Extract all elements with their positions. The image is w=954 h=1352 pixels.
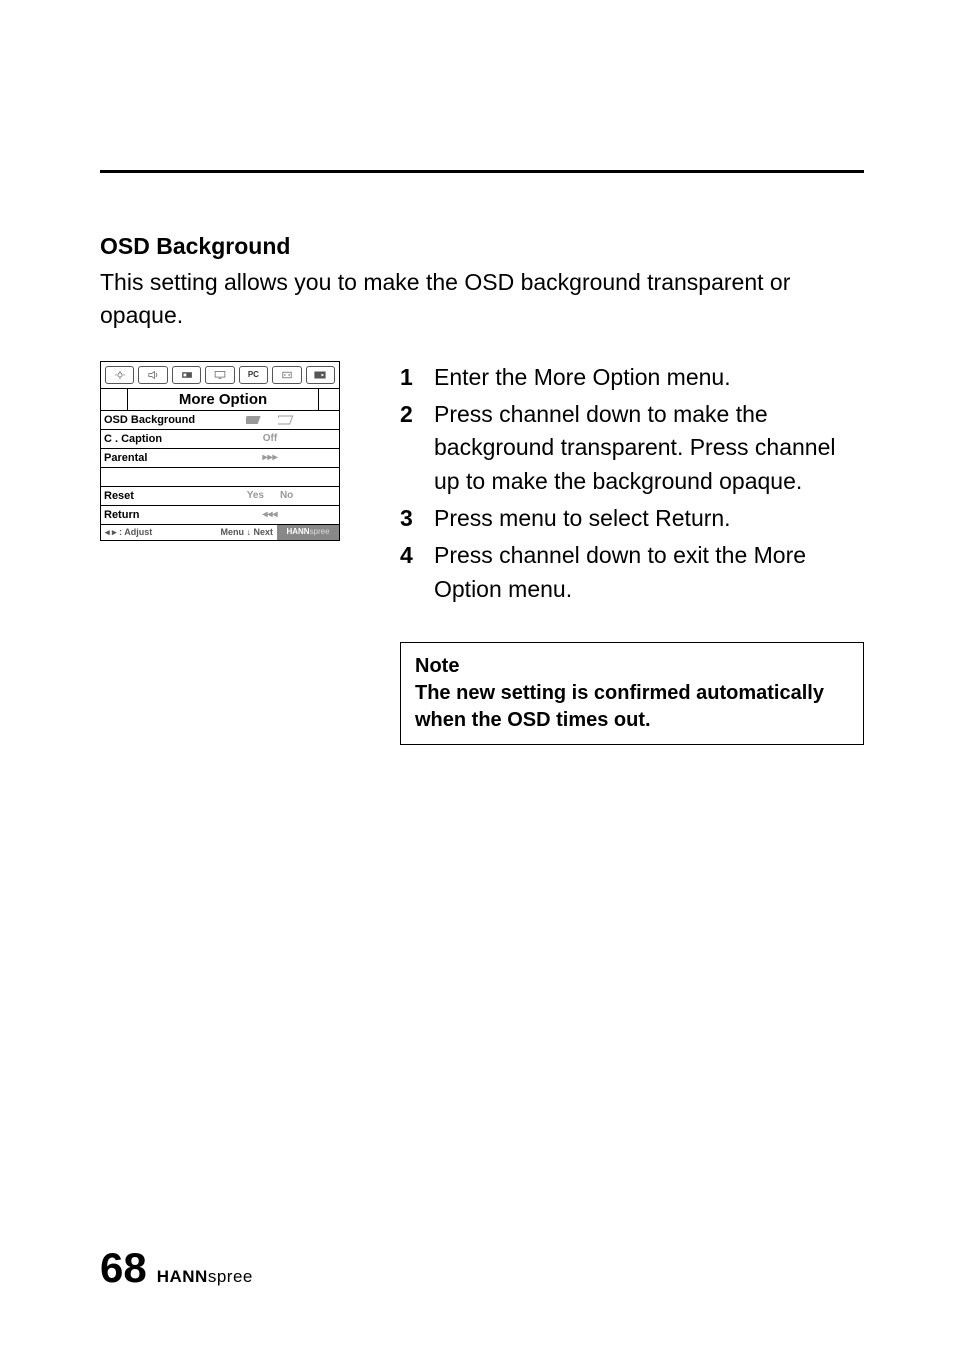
osd-menu: OSD Background C . Caption Off Parental …	[101, 411, 339, 524]
osd-value-return: ◂◂◂	[204, 509, 336, 520]
osd-footer-next: Menu ↓ Next	[216, 525, 277, 540]
steps-list: Enter the More Option menu. Press channe…	[400, 361, 864, 606]
osd-blank	[104, 471, 204, 483]
note-title: Note	[415, 653, 849, 680]
step-1: Enter the More Option menu.	[400, 361, 864, 394]
osd-titlebar: More Option	[101, 388, 339, 411]
osd-row-blank	[101, 468, 339, 487]
section-intro: This setting allows you to make the OSD …	[100, 266, 864, 333]
top-rule	[100, 170, 864, 173]
osd-title: More Option	[128, 389, 319, 410]
footer-brand-2: spree	[208, 1267, 253, 1286]
tab-more-icon[interactable]	[306, 366, 335, 384]
footer-brand: HANNspree	[157, 1267, 253, 1287]
tab-picture-icon[interactable]	[172, 366, 201, 384]
osd-row-return[interactable]: Return ◂◂◂	[101, 506, 339, 524]
step-4: Press channel down to exit the More Opti…	[400, 539, 864, 606]
osd-footer-adjust: ◂ ▸ : Adjust	[101, 525, 216, 540]
osd-value-background	[204, 415, 336, 425]
step-2: Press channel down to make the backgroun…	[400, 398, 864, 498]
tab-pc[interactable]: PC	[239, 366, 268, 384]
tab-brightness-icon[interactable]	[105, 366, 134, 384]
osd-reset-no: No	[280, 490, 293, 501]
osd-label-background: OSD Background	[104, 414, 204, 426]
osd-row-background[interactable]: OSD Background	[101, 411, 339, 430]
osd-row-caption[interactable]: C . Caption Off	[101, 430, 339, 449]
osd-label-caption: C . Caption	[104, 433, 204, 445]
osd-value-parental: ▸▸▸	[204, 452, 336, 463]
osd-value-caption: Off	[204, 433, 336, 444]
osd-footer: ◂ ▸ : Adjust Menu ↓ Next HANNspree	[101, 524, 339, 540]
note-body: The new setting is confirmed automatical…	[415, 680, 849, 734]
page: OSD Background This setting allows you t…	[0, 0, 954, 1352]
osd-title-spacer	[101, 389, 128, 410]
page-number: 68	[100, 1244, 147, 1292]
osd-tabbar: PC	[101, 362, 339, 388]
two-column-layout: PC More Option OSD Background C	[100, 361, 864, 745]
osd-label-parental: Parental	[104, 452, 204, 464]
section-heading: OSD Background	[100, 233, 864, 260]
right-column: Enter the More Option menu. Press channe…	[400, 361, 864, 745]
tab-display-icon[interactable]	[205, 366, 234, 384]
osd-label-return: Return	[104, 509, 204, 521]
tab-sound-icon[interactable]	[138, 366, 167, 384]
osd-footer-brand: HANNspree	[277, 525, 339, 540]
page-footer: 68 HANNspree	[100, 1244, 253, 1292]
osd-row-parental[interactable]: Parental ▸▸▸	[101, 449, 339, 468]
tab-setup-icon[interactable]	[272, 366, 301, 384]
footer-brand-1: HANN	[157, 1267, 208, 1286]
step-3: Press menu to select Return.	[400, 502, 864, 535]
bg-opaque-icon	[246, 415, 262, 425]
bg-transparent-icon	[278, 415, 294, 425]
osd-panel: PC More Option OSD Background C	[100, 361, 340, 541]
osd-reset-yes: Yes	[247, 490, 264, 501]
osd-value-reset: Yes No	[204, 490, 336, 501]
osd-title-end	[319, 389, 339, 410]
osd-label-reset: Reset	[104, 490, 204, 502]
osd-row-reset[interactable]: Reset Yes No	[101, 487, 339, 506]
note-box: Note The new setting is confirmed automa…	[400, 642, 864, 745]
